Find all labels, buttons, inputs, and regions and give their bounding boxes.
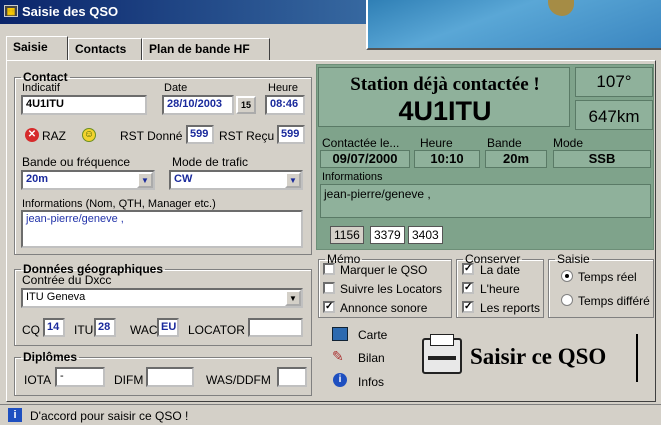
rst-recu-input[interactable]: 599 xyxy=(277,125,305,144)
conserver-label-heure[interactable]: L'heure xyxy=(480,282,520,296)
info-icon: i xyxy=(8,408,22,422)
bande-label: Bande ou fréquence xyxy=(22,155,131,169)
info-textarea[interactable]: jean-pierre/geneve , xyxy=(21,210,303,248)
distance-display: 647km xyxy=(575,100,653,130)
smiley-icon[interactable]: ☺ xyxy=(82,128,96,142)
station-banner-box: Station déjà contactée ! 4U1ITU xyxy=(318,67,570,127)
heure-label: Heure xyxy=(268,82,298,94)
station-callsign: 4U1ITU xyxy=(398,96,492,126)
tab-plan-de-bande[interactable]: Plan de bande HF xyxy=(142,38,270,60)
was-input[interactable] xyxy=(277,367,307,387)
mode-select[interactable]: CW ▼ xyxy=(169,170,303,190)
memo-check-1[interactable] xyxy=(323,263,335,275)
bearing-display: 107° xyxy=(575,67,653,97)
temps-differe-label[interactable]: Temps différé xyxy=(578,294,650,308)
radio-temps-differe[interactable] xyxy=(561,294,573,306)
chevron-down-icon[interactable]: ▼ xyxy=(285,172,301,188)
history-tab-1[interactable]: 1156 xyxy=(330,226,364,244)
rst-donne-label: RST Donné xyxy=(120,129,183,143)
bilan-link[interactable]: Bilan xyxy=(358,351,385,365)
rst-recu-label: RST Reçu xyxy=(219,129,275,143)
mode-label: Mode de trafic xyxy=(172,155,249,169)
status-message: D'accord pour saisir ce QSO ! xyxy=(30,409,189,423)
last-info-value: jean-pierre/geneve , xyxy=(320,184,651,218)
tab-contacts[interactable]: Contacts xyxy=(68,38,142,60)
radio-temps-reel[interactable] xyxy=(561,270,573,282)
station-banner: Station déjà contactée ! xyxy=(350,74,540,95)
indicatif-input[interactable]: 4U1ITU xyxy=(21,95,147,115)
last-heure-value: 10:10 xyxy=(414,150,480,168)
conserver-check-reports[interactable]: ✓ xyxy=(462,301,474,313)
divider xyxy=(636,334,638,382)
last-mode-label: Mode xyxy=(553,136,584,150)
contact-history-tabs: 1156 3379 3403 xyxy=(330,226,450,244)
iota-input[interactable]: - xyxy=(55,367,105,387)
raz-icon[interactable]: ✕ xyxy=(25,128,39,142)
raz-label[interactable]: RAZ xyxy=(42,129,66,143)
tab-saisie[interactable]: Saisie xyxy=(6,36,68,60)
last-bande-value: 20m xyxy=(485,150,547,168)
info-icon[interactable]: i xyxy=(333,373,347,387)
map-icon[interactable] xyxy=(332,327,348,341)
was-label: WAS/DDFM xyxy=(206,373,271,387)
locator-input[interactable] xyxy=(248,318,303,337)
indicatif-label: Indicatif xyxy=(22,82,60,94)
window-title: Saisie des QSO xyxy=(22,4,119,19)
difm-input[interactable] xyxy=(146,367,194,387)
diplomes-legend: Diplômes xyxy=(23,350,78,364)
conserver-check-date[interactable]: ✓ xyxy=(462,263,474,275)
memo-check-3[interactable]: ✓ xyxy=(323,301,335,313)
conserver-label-reports[interactable]: Les reports xyxy=(480,301,540,315)
dxcc-select[interactable]: ITU Geneva ▼ xyxy=(21,288,303,308)
itu-input[interactable]: 28 xyxy=(94,318,116,337)
dxcc-value: ITU Geneva xyxy=(26,291,86,303)
last-date-label: Contactée le... xyxy=(322,136,400,150)
saisir-qso-label: Saisir ce QSO xyxy=(470,344,607,369)
heure-input[interactable]: 08:46 xyxy=(265,95,305,115)
printer-icon xyxy=(422,334,462,374)
mode-value: CW xyxy=(174,173,193,185)
rst-donne-input[interactable]: 599 xyxy=(186,125,214,144)
app-icon: ▦ xyxy=(4,5,18,17)
iota-label: IOTA xyxy=(24,373,52,387)
itu-label: ITU xyxy=(74,323,94,337)
chevron-down-icon[interactable]: ▼ xyxy=(285,290,301,306)
saisie-mode-group: Saisie xyxy=(548,252,654,318)
dxcc-label: Contrée du Dxcc xyxy=(22,273,112,287)
locator-label: LOCATOR xyxy=(188,323,245,337)
map-window[interactable] xyxy=(366,0,661,50)
status-bar: i D'accord pour saisir ce QSO ! xyxy=(0,404,661,425)
date-label: Date xyxy=(164,82,188,94)
wac-label: WAC xyxy=(130,323,158,337)
history-tab-2[interactable]: 3379 xyxy=(370,226,405,244)
conserver-label-date[interactable]: La date xyxy=(480,263,520,277)
bande-value: 20m xyxy=(26,173,49,185)
last-heure-label: Heure xyxy=(420,136,453,150)
cq-label: CQ xyxy=(22,323,40,337)
wac-input[interactable]: EU xyxy=(157,318,179,337)
info-label: Informations (Nom, QTH, Manager etc.) xyxy=(22,198,216,210)
calendar-button[interactable]: 15 xyxy=(236,96,256,114)
last-date-value: 09/07/2000 xyxy=(320,150,410,168)
last-mode-value: SSB xyxy=(553,150,651,168)
cq-input[interactable]: 14 xyxy=(43,318,65,337)
memo-label-1[interactable]: Marquer le QSO xyxy=(340,263,427,277)
pencil-icon[interactable]: ✎ xyxy=(332,349,348,363)
last-bande-label: Bande xyxy=(487,136,522,150)
infos-link[interactable]: Infos xyxy=(358,375,384,389)
last-info-label: Informations xyxy=(322,171,383,183)
memo-label-2[interactable]: Suivre les Locators xyxy=(340,282,442,296)
chevron-down-icon[interactable]: ▼ xyxy=(137,172,153,188)
carte-link[interactable]: Carte xyxy=(358,328,387,342)
memo-check-2[interactable] xyxy=(323,282,335,294)
memo-label-3[interactable]: Annonce sonore xyxy=(340,301,427,315)
date-input[interactable]: 28/10/2003 xyxy=(162,95,234,115)
difm-label: DIFM xyxy=(114,373,144,387)
saisir-qso-button[interactable]: Saisir ce QSO xyxy=(418,330,648,386)
bande-select[interactable]: 20m ▼ xyxy=(21,170,155,190)
saisie-mode-legend: Saisie xyxy=(557,252,590,266)
history-tab-3[interactable]: 3403 xyxy=(408,226,443,244)
conserver-check-heure[interactable]: ✓ xyxy=(462,282,474,294)
temps-reel-label[interactable]: Temps réel xyxy=(578,270,637,284)
